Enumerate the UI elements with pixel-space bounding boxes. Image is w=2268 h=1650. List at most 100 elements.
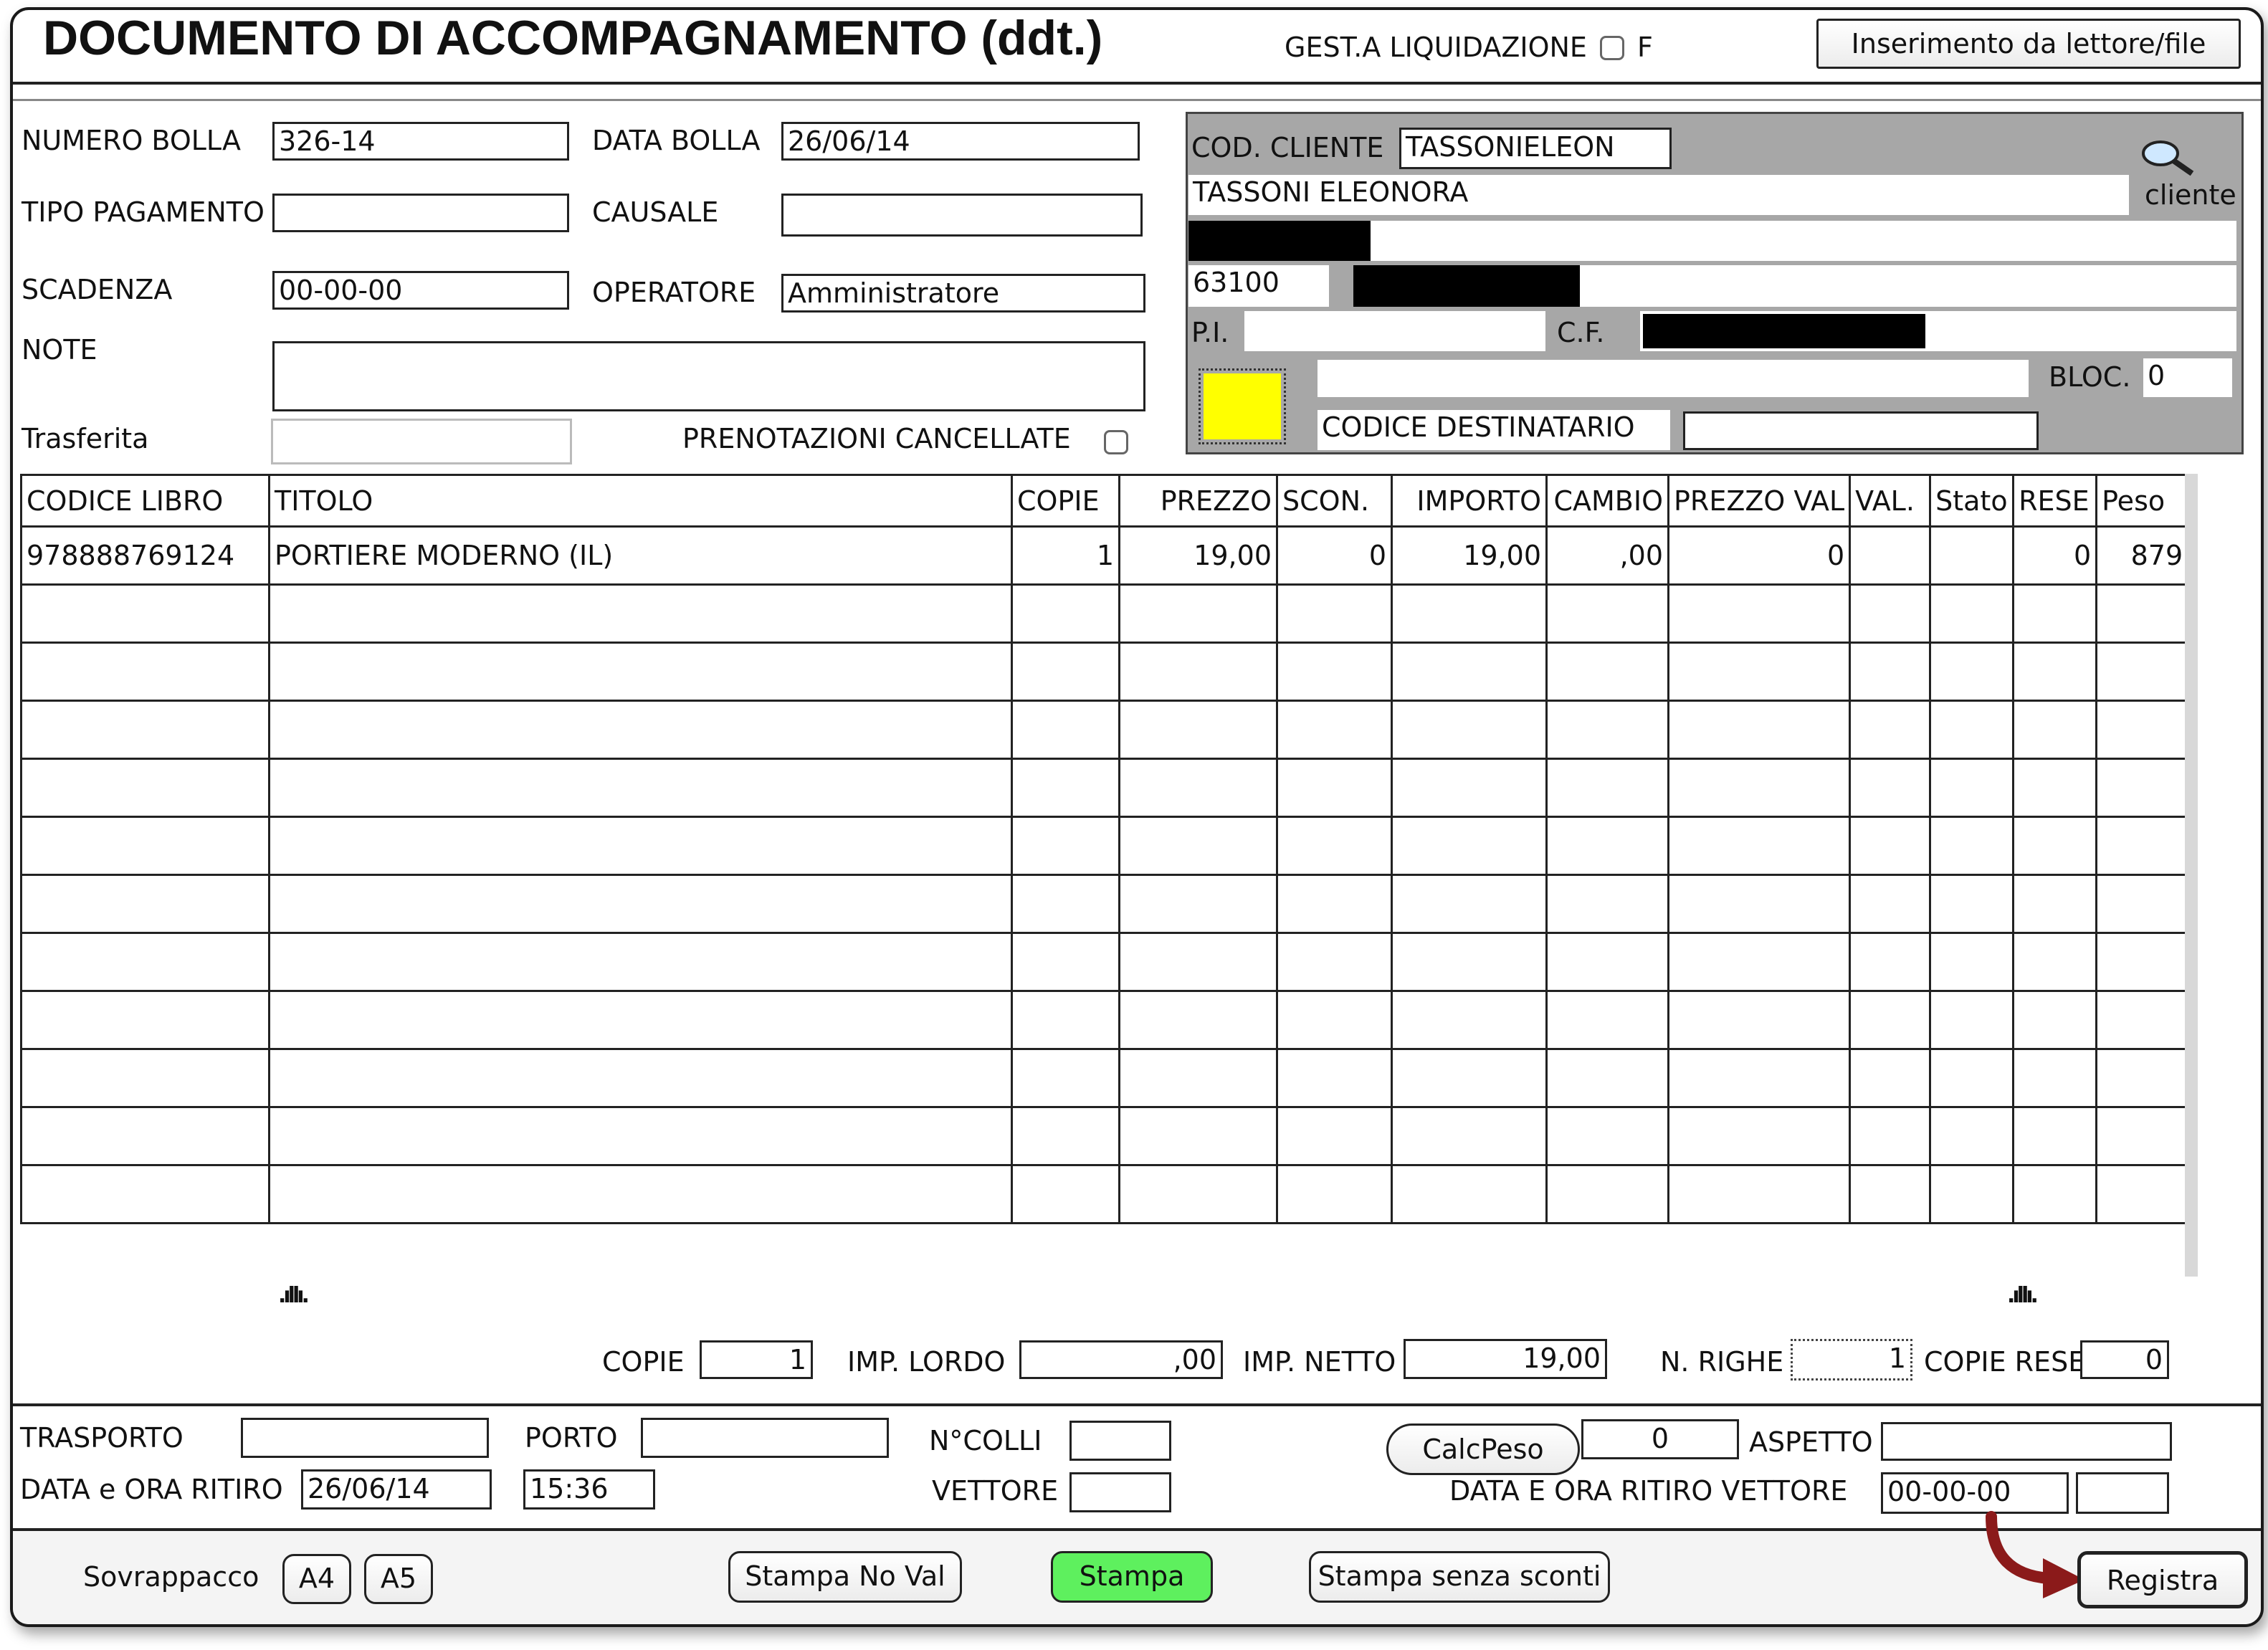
table-cell[interactable] [20, 874, 270, 934]
table-cell[interactable] [1391, 874, 1548, 934]
table-cell[interactable] [1545, 932, 1669, 992]
table-cell[interactable] [1929, 1048, 2015, 1108]
trasporto-field[interactable] [241, 1418, 489, 1458]
table-cell[interactable] [1118, 1106, 1278, 1166]
magnifier-icon[interactable] [2139, 138, 2196, 181]
prenotazioni-cancellate-checkbox[interactable] [1104, 430, 1128, 454]
table-row[interactable] [20, 700, 2190, 760]
table-cell[interactable] [1929, 1164, 2015, 1224]
table-cell[interactable] [1667, 642, 1852, 702]
table-cell[interactable]: 19,00 [1118, 525, 1278, 586]
table-cell[interactable] [1011, 700, 1120, 760]
table-cell[interactable] [1929, 525, 2015, 586]
table-cell[interactable] [20, 700, 270, 760]
table-cell[interactable] [1667, 932, 1852, 992]
table-cell[interactable] [1667, 758, 1852, 818]
table-cell[interactable] [268, 932, 1013, 992]
table-cell[interactable] [1276, 583, 1393, 644]
table-cell[interactable] [1391, 642, 1548, 702]
import-from-reader-button[interactable]: Inserimento da lettore/file [1816, 19, 2241, 69]
table-cell[interactable] [1011, 1164, 1120, 1224]
table-cell[interactable] [1545, 816, 1669, 876]
table-cell[interactable] [1667, 990, 1852, 1050]
table-cell[interactable] [1849, 700, 1932, 760]
table-cell[interactable] [1929, 758, 2015, 818]
table-cell[interactable] [1276, 874, 1393, 934]
table-cell[interactable]: 879 [2095, 525, 2190, 586]
table-cell[interactable] [2095, 932, 2190, 992]
table-cell[interactable]: ,00 [1545, 525, 1669, 586]
table-row[interactable] [20, 932, 2190, 992]
table-cell[interactable] [1391, 1164, 1548, 1224]
column-resize-handle-right[interactable]: .ıllı. [2007, 1283, 2039, 1308]
table-cell[interactable] [1849, 874, 1932, 934]
table-cell[interactable] [2095, 1048, 2190, 1108]
table-cell[interactable] [1011, 1048, 1120, 1108]
col-header[interactable]: CAMBIO [1545, 474, 1669, 528]
table-cell[interactable] [1929, 642, 2015, 702]
table-row[interactable]: 9788887691​24 PORTIERE MODERNO (IL) 1 19,00… [20, 525, 2190, 586]
table-cell[interactable] [20, 1048, 270, 1108]
table-cell[interactable] [1391, 1048, 1548, 1108]
table-cell[interactable] [1276, 932, 1393, 992]
table-cell[interactable] [1391, 990, 1548, 1050]
table-cell[interactable] [1276, 1164, 1393, 1224]
table-cell[interactable]: PORTIERE MODERNO (IL) [268, 525, 1013, 586]
table-cell[interactable] [1391, 816, 1548, 876]
table-cell[interactable] [1929, 932, 2015, 992]
col-header[interactable]: PREZZO VAL [1667, 474, 1852, 528]
vettore-field[interactable] [1069, 1472, 1171, 1512]
client-name-field[interactable]: TASSONI ELEONORA [1188, 175, 2129, 215]
table-row[interactable] [20, 1164, 2190, 1224]
table-cell[interactable] [1849, 583, 1932, 644]
table-cell[interactable] [1929, 990, 2015, 1050]
table-cell[interactable] [2095, 758, 2190, 818]
table-cell[interactable] [1849, 816, 1932, 876]
operatore-field[interactable]: Amministratore [781, 274, 1145, 313]
table-cell[interactable] [1849, 642, 1932, 702]
table-cell[interactable] [1391, 758, 1548, 818]
ora-ritiro-field[interactable]: 15:36 [523, 1469, 655, 1510]
aspetto-field[interactable] [1881, 1422, 2172, 1461]
table-cell[interactable] [1011, 816, 1120, 876]
table-cell[interactable] [1545, 990, 1669, 1050]
table-cell[interactable] [1011, 932, 1120, 992]
table-cell[interactable] [268, 1106, 1013, 1166]
table-cell[interactable] [1545, 1048, 1669, 1108]
trasferita-field[interactable] [271, 419, 572, 464]
table-cell[interactable] [20, 816, 270, 876]
tipo-pagamento-field[interactable] [272, 194, 569, 232]
table-row[interactable] [20, 874, 2190, 934]
table-cell[interactable] [1667, 1048, 1852, 1108]
scadenza-field[interactable]: 00-00-00 [272, 271, 569, 310]
table-cell[interactable] [268, 583, 1013, 644]
client-cap-field[interactable]: 63100 [1188, 265, 1329, 307]
causale-field[interactable] [781, 194, 1143, 237]
table-cell[interactable] [1011, 642, 1120, 702]
cod-cliente-field[interactable]: TASSONIELEON [1399, 128, 1672, 169]
table-row[interactable] [20, 1048, 2190, 1108]
table-cell[interactable] [1276, 990, 1393, 1050]
table-cell[interactable] [20, 583, 270, 644]
table-cell[interactable] [20, 990, 270, 1050]
table-cell[interactable] [1545, 700, 1669, 760]
table-cell[interactable] [1849, 1106, 1932, 1166]
table-cell[interactable] [268, 1164, 1013, 1224]
col-header[interactable]: SCON. [1276, 474, 1393, 528]
col-header[interactable]: PREZZO [1118, 474, 1278, 528]
table-cell[interactable] [2095, 583, 2190, 644]
table-cell[interactable]: 1 [1011, 525, 1120, 586]
table-cell[interactable] [268, 1048, 1013, 1108]
table-cell[interactable] [1118, 816, 1278, 876]
numero-bolla-field[interactable]: 326-14 [272, 122, 569, 161]
table-cell[interactable] [1391, 932, 1548, 992]
table-cell[interactable] [1118, 932, 1278, 992]
registra-button[interactable]: Registra [2077, 1551, 2248, 1608]
table-cell[interactable] [1011, 1106, 1120, 1166]
table-cell[interactable] [2012, 642, 2098, 702]
table-cell[interactable] [1667, 700, 1852, 760]
note-field[interactable] [272, 341, 1145, 411]
table-cell[interactable] [2012, 990, 2098, 1050]
data-ritiro-field[interactable]: 26/06/14 [301, 1469, 492, 1510]
table-cell[interactable] [1391, 583, 1548, 644]
